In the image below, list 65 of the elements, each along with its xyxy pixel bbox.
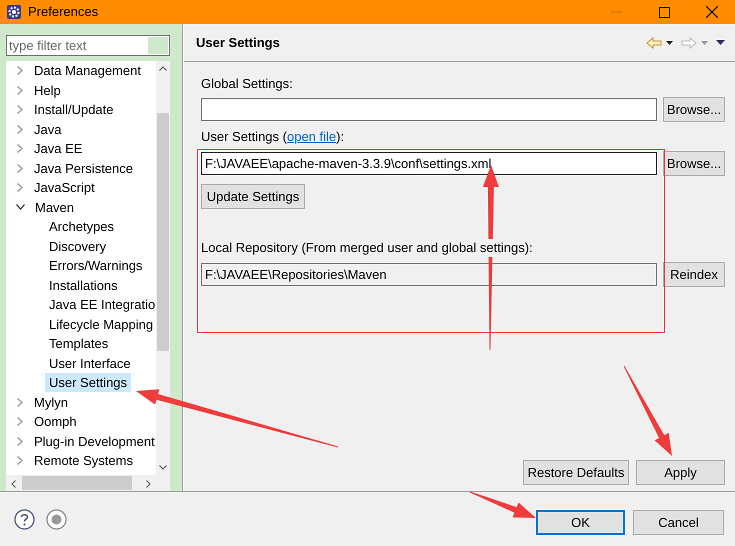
filter-field[interactable]: type filter text: [7, 36, 148, 56]
dropdown-icon[interactable]: [666, 40, 673, 44]
expand-icon[interactable]: [17, 105, 23, 114]
tree-item[interactable]: User Interface: [45, 354, 135, 373]
close-icon[interactable]: [706, 6, 718, 18]
maximize-icon[interactable]: [659, 6, 670, 18]
filter-box[interactable]: type filter text: [6, 35, 170, 56]
tree-item[interactable]: Plug-in Development: [30, 432, 156, 451]
tree-item[interactable]: Java EE Integratio: [45, 295, 156, 314]
tree-item[interactable]: Installations: [45, 276, 122, 295]
browse-button[interactable]: Browse...: [663, 97, 725, 122]
tree-item[interactable]: Java Persistence: [30, 158, 137, 178]
tree-item[interactable]: Discovery: [45, 236, 110, 256]
tree-item[interactable]: Mylyn: [30, 392, 72, 412]
tree-item[interactable]: Remote Systems: [30, 451, 137, 470]
tree-item[interactable]: Lifecycle Mapping: [45, 314, 156, 334]
scrollbar[interactable]: [156, 61, 170, 475]
expand-icon[interactable]: [17, 436, 23, 446]
reindex-button[interactable]: Reindex: [663, 262, 725, 287]
expand-icon[interactable]: [17, 144, 23, 154]
horizontal-scrollbar[interactable]: [6, 475, 170, 491]
arrow-annotation: [470, 492, 536, 518]
scrollbar-thumb[interactable]: [157, 113, 169, 351]
tree-item[interactable]: Errors/Warnings: [45, 256, 146, 276]
tree-item[interactable]: JavaScript: [30, 178, 99, 198]
tree-item[interactable]: Java: [30, 120, 66, 139]
dialog-button[interactable]: Restore Defaults: [523, 460, 629, 485]
expand-icon[interactable]: [17, 456, 23, 466]
global-settings-field[interactable]: [201, 98, 657, 121]
gear-icon: [6, 4, 22, 20]
tree-item[interactable]: Help: [30, 80, 65, 100]
field-label: Global Settings:: [201, 75, 294, 93]
window-title: Preferences: [28, 3, 98, 22]
tree-item[interactable]: Templates: [45, 334, 112, 354]
user-settings-field[interactable]: F:\JAVAEE\apache-maven-3.3.9\conf\settings.xml: [201, 152, 657, 175]
tree-item[interactable]: Data Management: [30, 61, 145, 80]
dialog-button[interactable]: Cancel: [633, 510, 724, 535]
update-settings-button[interactable]: Update Settings: [201, 184, 305, 209]
expand-icon[interactable]: [17, 398, 23, 407]
expand-icon[interactable]: [17, 86, 23, 95]
expand-icon[interactable]: [17, 66, 23, 76]
tree-item[interactable]: Install/Update: [30, 100, 118, 120]
tree-item[interactable]: Java EE: [30, 139, 86, 158]
tree-item[interactable]: Oomph: [30, 412, 81, 432]
tree-item[interactable]: Archetypes: [45, 217, 118, 236]
field-label: User Settings (open file):: [201, 128, 346, 146]
tree-item[interactable]: Maven: [31, 198, 78, 217]
scrollbar-thumb[interactable]: [22, 476, 132, 490]
field-label: Local Repository (From merged user and global settings):: [201, 239, 533, 257]
expand-icon[interactable]: [17, 183, 23, 192]
tree-item[interactable]: User Settings: [45, 373, 132, 392]
dialog-button[interactable]: OK: [536, 510, 625, 535]
expand-icon[interactable]: [17, 164, 23, 173]
page-title: User Settings: [196, 34, 280, 52]
view-menu-icon[interactable]: [716, 40, 725, 45]
collapse-icon[interactable]: [16, 204, 25, 210]
record-icon[interactable]: [46, 508, 67, 530]
dialog-button[interactable]: Apply: [636, 460, 725, 485]
help-icon[interactable]: [14, 508, 35, 530]
expand-icon[interactable]: [17, 124, 23, 134]
open-file-link[interactable]: open file: [286, 129, 336, 144]
local-repository-field[interactable]: F:\JAVAEE\Repositories\Maven: [201, 263, 657, 286]
expand-icon[interactable]: [17, 417, 23, 426]
browse-button[interactable]: Browse...: [663, 151, 725, 176]
forward-arrow-icon[interactable]: [681, 36, 697, 48]
